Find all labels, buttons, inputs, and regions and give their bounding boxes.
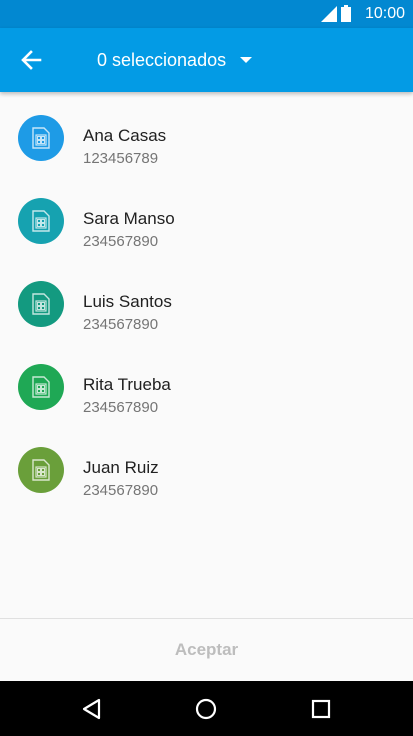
contact-name: Luis Santos (83, 292, 172, 311)
status-time: 10:00 (364, 5, 405, 22)
avatar (18, 198, 64, 244)
selection-dropdown[interactable]: 0 seleccionados (97, 47, 253, 73)
home-circle-icon (195, 698, 217, 720)
contact-item[interactable]: Rita Trueba 234567890 (0, 344, 413, 427)
avatar (18, 364, 64, 410)
sim-card-icon (32, 210, 50, 232)
back-arrow-icon (21, 50, 42, 70)
status-bar: 10:00 (0, 0, 413, 28)
accept-button[interactable]: Aceptar (0, 619, 413, 681)
avatar (18, 281, 64, 327)
back-triangle-icon (82, 698, 101, 720)
avatar (18, 115, 64, 161)
system-nav-bar (0, 681, 413, 736)
selection-count-title: 0 seleccionados (97, 49, 227, 70)
contact-item[interactable]: Luis Santos 234567890 (0, 261, 413, 344)
contact-number: 234567890 (83, 233, 159, 250)
recents-square-icon (311, 699, 331, 719)
contact-name: Ana Casas (83, 126, 167, 145)
contact-name: Sara Manso (83, 209, 175, 228)
contact-number: 123456789 (83, 150, 159, 167)
back-button[interactable] (18, 46, 46, 74)
sim-card-icon (32, 127, 50, 149)
sim-card-icon (32, 293, 50, 315)
avatar (18, 447, 64, 493)
nav-recents-button[interactable] (307, 695, 335, 723)
contact-name: Juan Ruiz (83, 458, 159, 477)
contact-number: 234567890 (83, 482, 159, 499)
nav-back-button[interactable] (78, 695, 106, 723)
signal-icon (321, 6, 337, 22)
battery-icon (341, 5, 351, 22)
contact-name: Rita Trueba (83, 375, 171, 394)
app-bar: 0 seleccionados (0, 28, 413, 92)
contact-number: 234567890 (83, 316, 159, 333)
contact-item[interactable]: Juan Ruiz 234567890 (0, 427, 413, 510)
dropdown-caret-icon (240, 57, 253, 63)
sim-card-icon (32, 459, 50, 481)
nav-home-button[interactable] (192, 695, 220, 723)
contact-number: 234567890 (83, 399, 159, 416)
sim-card-icon (32, 376, 50, 398)
contact-item[interactable]: Sara Manso 234567890 (0, 178, 413, 261)
contact-item[interactable]: Ana Casas 123456789 (0, 95, 413, 178)
